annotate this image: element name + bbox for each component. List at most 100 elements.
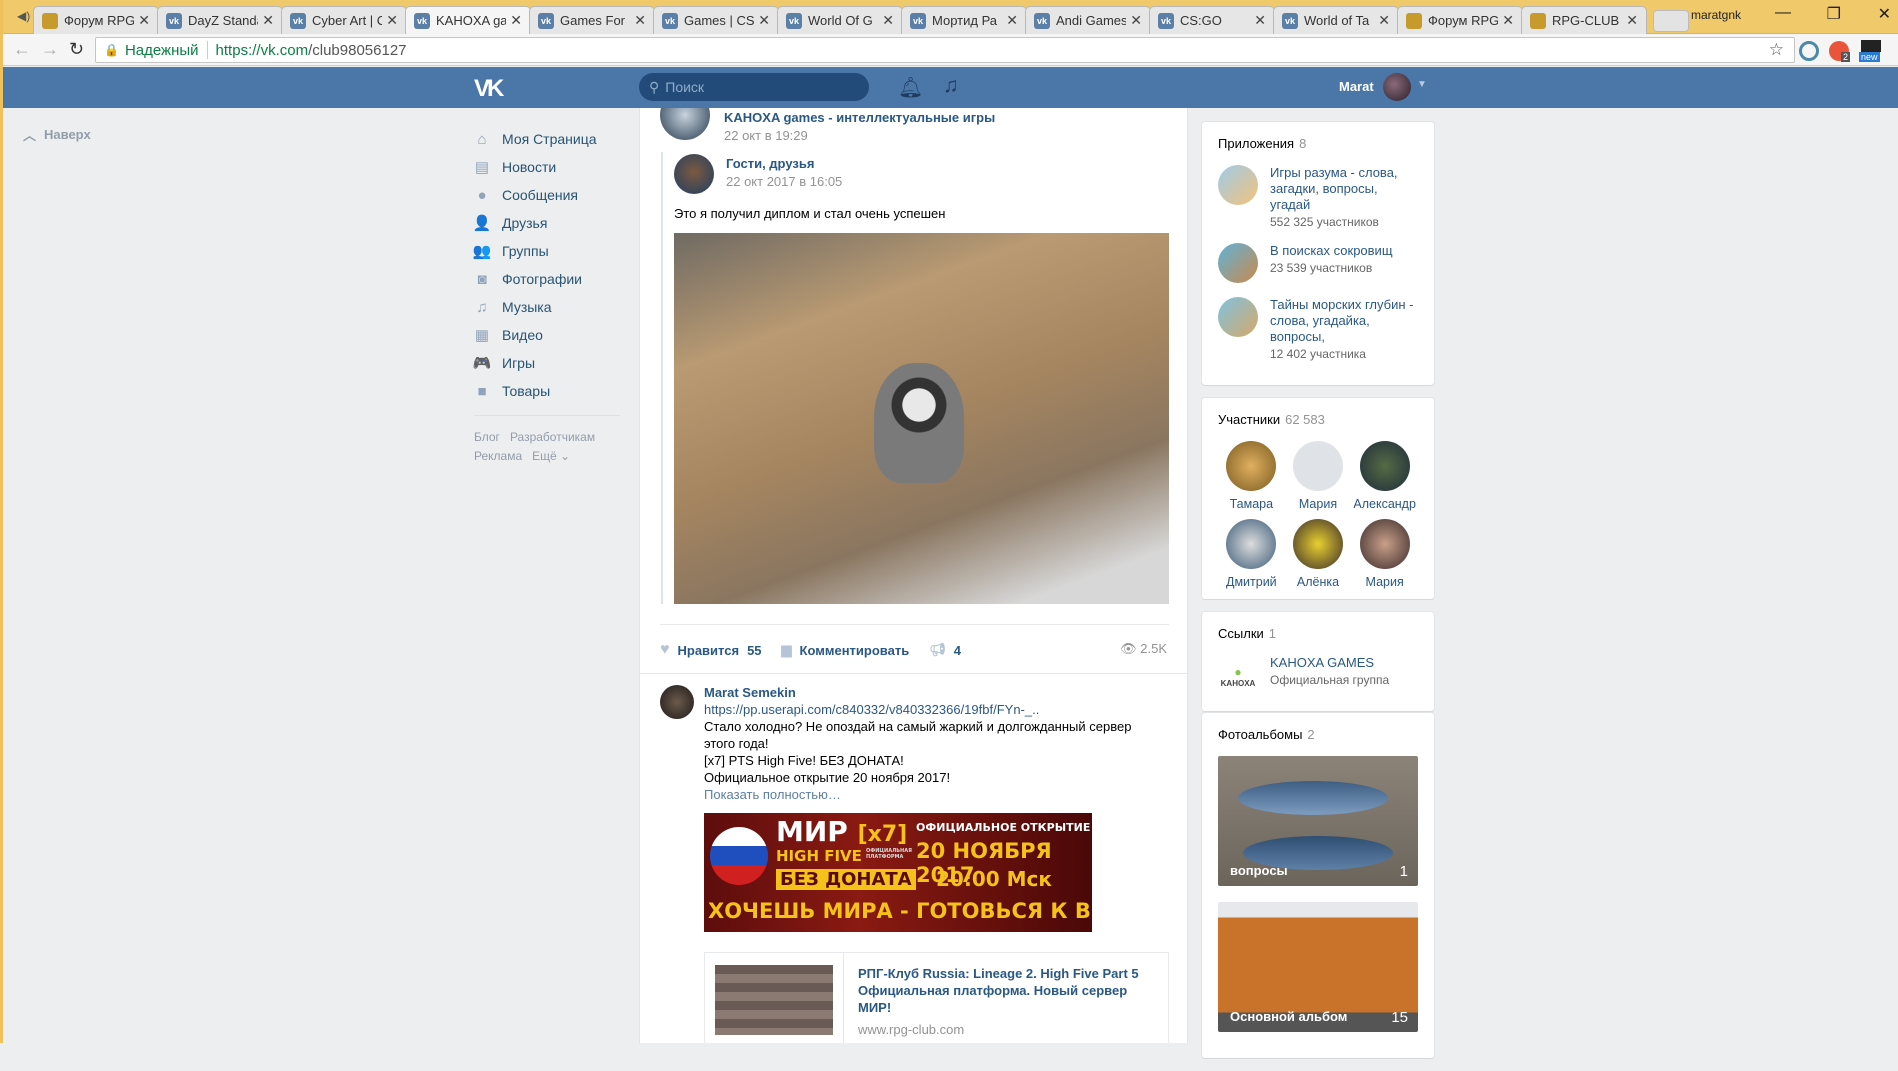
close-tab-icon[interactable]: ✕: [262, 12, 274, 29]
close-window-button[interactable]: ✕: [1878, 4, 1891, 24]
link-name[interactable]: KAHOXA GAMES: [1270, 655, 1389, 671]
comment-url-link[interactable]: https://pp.userapi.com/c840332/v84033236…: [704, 701, 1164, 718]
sidebar-item[interactable]: ♫ Музыка: [474, 293, 624, 321]
comment-button[interactable]: Комментировать: [800, 643, 910, 658]
browser-tab[interactable]: Форум RPG ✕: [1397, 6, 1523, 34]
sidebar-item[interactable]: ▦ Видео: [474, 321, 624, 349]
close-tab-icon[interactable]: ✕: [882, 12, 894, 29]
share-megaphone-icon[interactable]: 📢︎: [929, 642, 946, 658]
close-tab-icon[interactable]: ✕: [138, 12, 150, 29]
member-item[interactable]: Мария: [1285, 441, 1352, 511]
footer-link-developers[interactable]: Разработчикам: [510, 430, 595, 444]
link-item[interactable]: ● KAHOXA KAHOXA GAMES Официальная группа: [1218, 655, 1418, 695]
server-banner-image[interactable]: МИР [x7] HIGH FIVE ОФИЦИАЛЬНАЯ ПЛАТФОРМА…: [704, 813, 1092, 932]
user-avatar[interactable]: [1383, 73, 1411, 101]
sidebar-item[interactable]: ● Сообщения: [474, 181, 624, 209]
close-tab-icon[interactable]: ✕: [1130, 12, 1142, 29]
like-button[interactable]: Нравится: [678, 643, 740, 658]
sidebar-item[interactable]: ◙ Фотографии: [474, 265, 624, 293]
member-name[interactable]: Мария: [1351, 575, 1418, 589]
music-icon[interactable]: ♫: [943, 74, 959, 98]
member-name[interactable]: Александр: [1351, 497, 1418, 511]
extension-icon[interactable]: [1799, 41, 1819, 61]
browser-tab[interactable]: vk Cyber Art | C ✕: [281, 6, 407, 34]
post-author-avatar[interactable]: [660, 108, 710, 140]
member-name[interactable]: Алёнка: [1285, 575, 1352, 589]
notifications-bell-icon[interactable]: 🔔︎: [898, 75, 923, 100]
members-title[interactable]: Участники: [1218, 412, 1280, 427]
browser-tab[interactable]: vk KAHOXA games✕: [405, 6, 531, 34]
app-name[interactable]: Тайны морских глубин - слова, угадайка, …: [1270, 297, 1418, 345]
forward-button[interactable]: →: [41, 39, 59, 60]
show-more-link[interactable]: Показать полностью…: [704, 786, 1164, 803]
profile-name[interactable]: maratgnk: [1691, 8, 1741, 22]
footer-link-blog[interactable]: Блог: [474, 430, 500, 444]
browser-tab[interactable]: vk Andi Games ✕: [1025, 6, 1151, 34]
repost-author[interactable]: Гости, друзья: [726, 156, 814, 171]
url-input[interactable]: 🔒 Надежный https://vk.com/club98056127 ☆: [95, 37, 1795, 63]
close-tab-icon[interactable]: ✕: [1502, 12, 1514, 29]
sidebar-item[interactable]: ▤ Новости: [474, 153, 624, 181]
member-item[interactable]: Дмитрий: [1218, 519, 1285, 589]
close-tab-icon[interactable]: ✕: [634, 12, 646, 29]
member-item[interactable]: Алёнка: [1285, 519, 1352, 589]
links-title[interactable]: Ссылки: [1218, 626, 1264, 641]
restore-button[interactable]: ❐: [1827, 4, 1841, 24]
comment-author-avatar[interactable]: [660, 685, 694, 719]
browser-tab[interactable]: vk CS:GO ✕: [1149, 6, 1275, 34]
vk-logo[interactable]: VK: [474, 75, 504, 103]
browser-tab[interactable]: Форум RPG ✕: [33, 6, 159, 34]
post-photo-raccoon-in-box[interactable]: [674, 233, 1169, 604]
search-box[interactable]: ⚲: [639, 73, 869, 101]
member-name[interactable]: Тамара: [1218, 497, 1285, 511]
scroll-to-top-button[interactable]: ︿ Наверх: [23, 125, 91, 144]
bookmark-star-icon[interactable]: ☆: [1769, 40, 1784, 60]
app-item[interactable]: Игры разума - слова, загадки, вопросы, у…: [1218, 165, 1418, 229]
user-name[interactable]: Marat: [1339, 79, 1374, 94]
close-tab-icon[interactable]: ✕: [1626, 12, 1638, 29]
app-name[interactable]: В поисках сокровищ: [1270, 243, 1393, 259]
sidebar-item[interactable]: 🎮 Игры: [473, 349, 624, 377]
sidebar-item[interactable]: 👥 Группы: [473, 237, 624, 265]
app-item[interactable]: Тайны морских глубин - слова, угадайка, …: [1218, 297, 1418, 361]
new-tab-button[interactable]: [1653, 10, 1689, 32]
post-author[interactable]: KAHOXA games - интеллектуальные игры: [724, 110, 995, 125]
albums-title[interactable]: Фотоальбомы: [1218, 727, 1302, 742]
album-tile[interactable]: вопросы 1: [1218, 756, 1418, 886]
footer-link-more[interactable]: Ещё ⌄: [532, 449, 570, 463]
footer-link-ads[interactable]: Реклама: [474, 449, 522, 463]
mail-extension-icon[interactable]: [1861, 40, 1881, 52]
repost-date[interactable]: 22 окт 2017 в 16:05: [726, 174, 842, 189]
link-card[interactable]: РПГ-Клуб Russia: Lineage 2. High Five Pa…: [704, 952, 1169, 1043]
member-item[interactable]: Тамара: [1218, 441, 1285, 511]
close-tab-icon[interactable]: ✕: [510, 12, 522, 29]
member-item[interactable]: Александр: [1351, 441, 1418, 511]
browser-tab[interactable]: vk Games For ✕: [529, 6, 655, 34]
browser-tab[interactable]: vk Мортид Ра ✕: [901, 6, 1027, 34]
close-tab-icon[interactable]: ✕: [1378, 12, 1390, 29]
member-name[interactable]: Мария: [1285, 497, 1352, 511]
link-card-title[interactable]: РПГ-Клуб Russia: Lineage 2. High Five Pa…: [858, 965, 1154, 1016]
member-name[interactable]: Дмитрий: [1218, 575, 1285, 589]
app-item[interactable]: В поисках сокровищ 23 539 участников: [1218, 243, 1418, 283]
post-date[interactable]: 22 окт в 19:29: [724, 128, 808, 143]
close-tab-icon[interactable]: ✕: [758, 12, 770, 29]
sidebar-item[interactable]: ■ Товары: [474, 377, 624, 405]
sidebar-item[interactable]: ⌂ Моя Страница: [474, 125, 624, 153]
app-name[interactable]: Игры разума - слова, загадки, вопросы, у…: [1270, 165, 1418, 213]
album-tile[interactable]: Основной альбом 15: [1218, 902, 1418, 1032]
browser-tab[interactable]: vk Games | CS ✕: [653, 6, 779, 34]
back-button[interactable]: ←: [13, 39, 31, 60]
chevron-down-icon[interactable]: ▼: [1417, 79, 1427, 90]
browser-tab[interactable]: RPG-CLUB ✕: [1521, 6, 1647, 34]
audio-icon[interactable]: ◀): [17, 9, 30, 23]
close-tab-icon[interactable]: ✕: [1254, 12, 1266, 29]
reload-button[interactable]: ↻: [69, 39, 84, 60]
browser-tab[interactable]: vk DayZ Standalone ✕: [157, 6, 283, 34]
repost-author-avatar[interactable]: [674, 154, 714, 194]
minimize-button[interactable]: —: [1775, 4, 1791, 22]
comment-author[interactable]: Marat Semekin: [704, 684, 1164, 701]
browser-tab[interactable]: vk World Of G ✕: [777, 6, 903, 34]
apps-title[interactable]: Приложения: [1218, 136, 1294, 151]
search-input[interactable]: [665, 79, 846, 95]
